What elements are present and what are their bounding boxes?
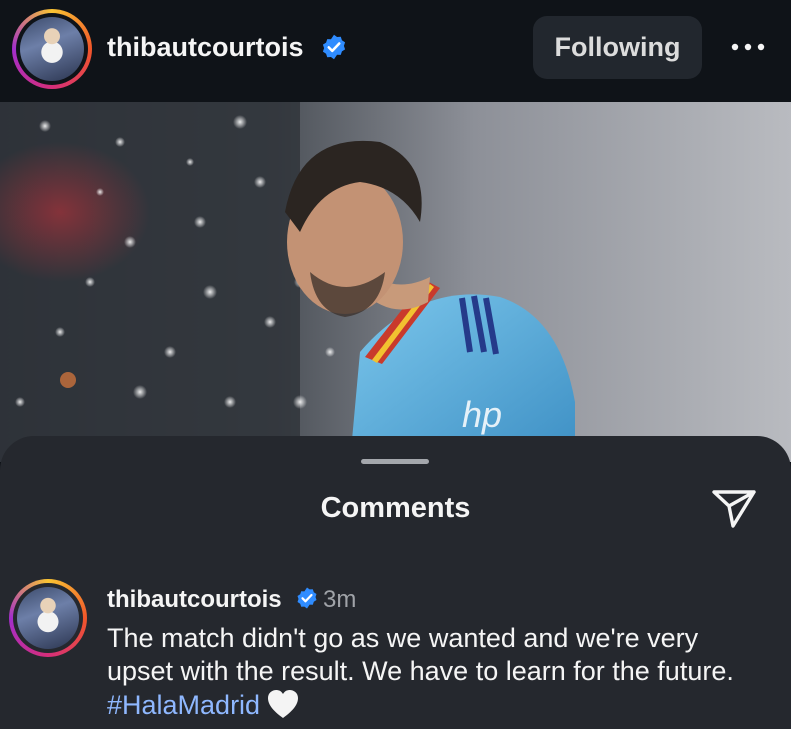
comment-avatar-image <box>17 587 79 649</box>
comments-sheet: Comments thibautcourtois 3m The match di… <box>0 436 791 729</box>
white-heart-icon <box>268 690 299 718</box>
following-button[interactable]: Following <box>533 16 702 79</box>
send-icon[interactable] <box>711 488 757 530</box>
hashtag-link[interactable]: #HalaMadrid <box>107 690 260 720</box>
comment-timestamp: 3m <box>323 586 357 613</box>
avatar-image <box>20 17 84 81</box>
more-horizontal-icon[interactable] <box>730 39 766 55</box>
header-username[interactable]: thibautcourtois <box>107 32 304 63</box>
comment-text: The match didn't go as we wanted and we'… <box>107 623 734 686</box>
verified-badge-icon <box>322 34 346 60</box>
post-header: thibautcourtois Following <box>0 0 791 102</box>
post-photo[interactable]: hp <box>0 102 791 462</box>
comment-username[interactable]: thibautcourtois <box>107 586 282 614</box>
hp-logo-text: hp <box>462 394 502 435</box>
profile-avatar[interactable] <box>12 9 92 89</box>
drag-handle[interactable] <box>361 459 429 464</box>
comment-avatar[interactable] <box>9 579 87 657</box>
comments-title: Comments <box>320 492 471 524</box>
photo-illustration: hp <box>0 102 575 462</box>
verified-badge-icon <box>297 587 317 609</box>
comment-body: The match didn't go as we wanted and we'… <box>107 622 767 722</box>
